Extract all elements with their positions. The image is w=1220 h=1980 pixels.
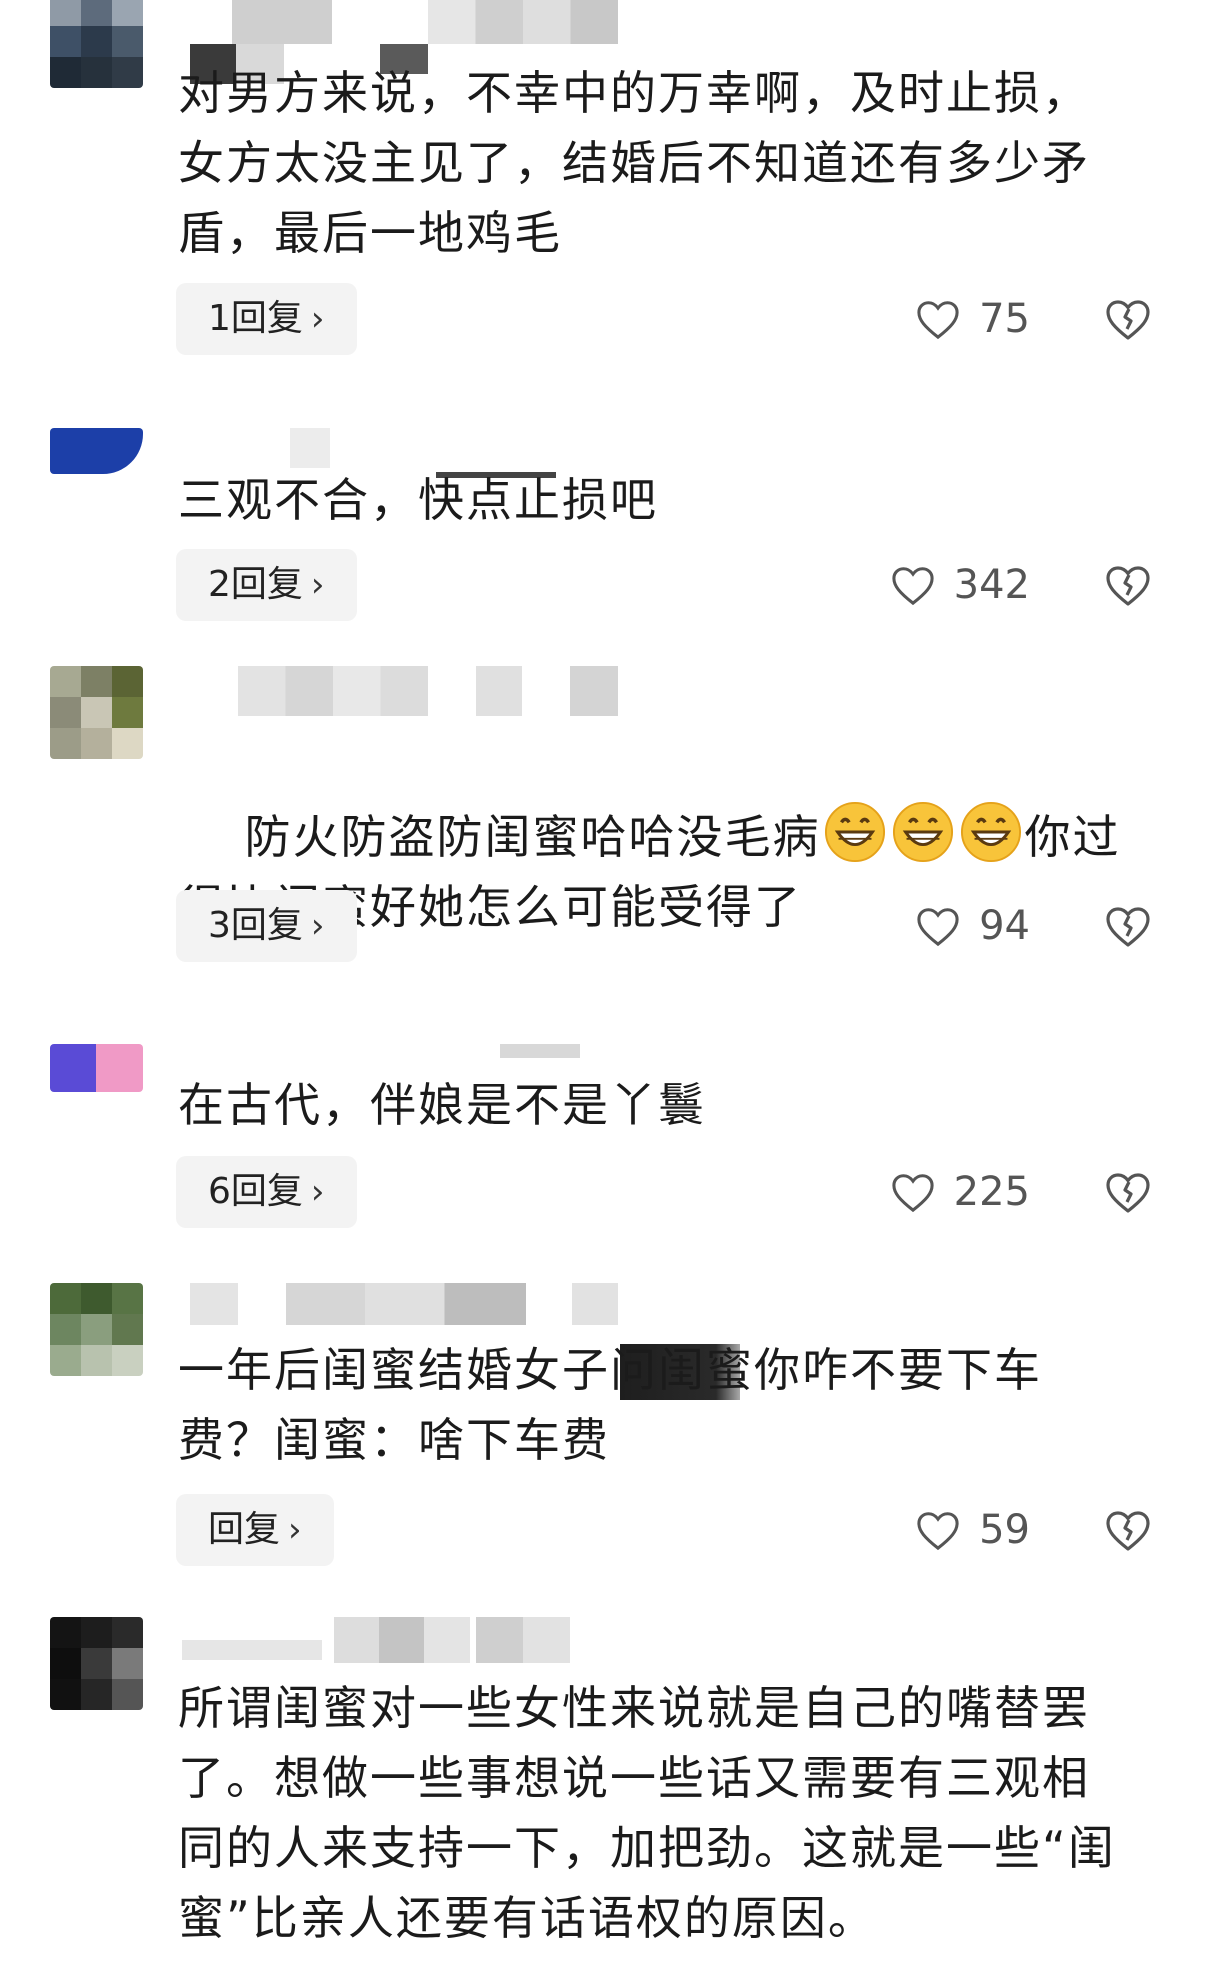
like-count: 94 [979, 903, 1030, 949]
like-button[interactable]: 59 [915, 1494, 1030, 1566]
comment-text: 在古代，伴娘是不是丫鬟 [178, 1078, 706, 1132]
comment-text: 三观不合，快点止损吧 [178, 473, 658, 527]
grinning-face-icon [892, 801, 953, 863]
reply-button[interactable]: 3回复 › [176, 890, 357, 962]
reply-label: 2回复 [208, 564, 303, 605]
like-count: 225 [953, 1169, 1030, 1215]
username-blur [190, 1283, 238, 1325]
username-blur [238, 666, 428, 716]
username-blur [334, 1617, 470, 1663]
comment-text: 对男方来说，不幸中的万幸啊，及时止损，女方太没主见了，结婚后不知道还有多少矛盾，… [178, 66, 1090, 260]
broken-heart-icon[interactable] [1104, 1506, 1152, 1554]
chevron-right-icon: › [310, 906, 325, 946]
reply-button[interactable]: 2回复 › [176, 549, 357, 621]
like-button[interactable]: 225 [890, 1156, 1030, 1228]
avatar[interactable] [50, 0, 143, 88]
avatar[interactable] [50, 666, 143, 759]
heart-outline-icon [917, 908, 959, 947]
username-blur [500, 1044, 580, 1058]
chevron-right-icon: › [288, 1510, 302, 1550]
avatar[interactable] [50, 428, 143, 474]
chevron-right-icon: › [310, 565, 325, 605]
chevron-right-icon: › [310, 1172, 325, 1212]
chevron-right-icon: › [310, 299, 325, 339]
username-blur [570, 666, 618, 716]
username-blur [286, 1283, 526, 1325]
like-button[interactable]: 75 [915, 283, 1030, 355]
broken-heart-icon[interactable] [1104, 1168, 1152, 1216]
username-blur [290, 428, 330, 468]
reply-label: 6回复 [208, 1171, 303, 1212]
username-blur [428, 0, 618, 44]
heart-outline-icon [892, 567, 934, 606]
username-blur [476, 666, 522, 716]
like-count: 59 [979, 1507, 1030, 1553]
reply-label: 3回复 [208, 905, 303, 946]
broken-heart-icon[interactable] [1104, 295, 1152, 343]
comment-text-part: 防火防盗防闺蜜哈哈没毛病 [244, 810, 821, 864]
comment-text: 防火防盗防闺蜜哈哈没毛病 你过得比闺蜜好她怎么可能受得了 [178, 731, 1130, 1012]
heart-outline-icon [892, 1174, 934, 1213]
like-count: 75 [979, 296, 1030, 342]
username-blur [572, 1283, 618, 1325]
reply-label: 回复 [208, 1509, 281, 1550]
comment-text: 一年后闺蜜结婚女子问闺蜜你咋不要下车费？闺蜜：啥下车费 [178, 1343, 1042, 1467]
avatar[interactable] [50, 1283, 143, 1376]
username-blur [182, 1640, 322, 1660]
reply-button[interactable]: 回复 › [176, 1494, 334, 1566]
reply-button[interactable]: 1回复 › [176, 283, 357, 355]
reply-label: 1回复 [208, 298, 303, 339]
avatar[interactable] [50, 1044, 143, 1092]
grinning-face-icon [824, 801, 885, 863]
heart-outline-icon [917, 301, 959, 340]
heart-outline-icon [917, 1512, 959, 1551]
like-button[interactable]: 342 [890, 549, 1030, 621]
broken-heart-icon[interactable] [1104, 561, 1152, 609]
comment-text: 所谓闺蜜对一些女性来说就是自己的嘴替罢了。想做一些事想说一些话又需要有三观相同的… [178, 1681, 1116, 1945]
username-blur [476, 1617, 570, 1663]
like-count: 342 [953, 562, 1030, 608]
grinning-face-icon [960, 801, 1021, 863]
broken-heart-icon[interactable] [1104, 902, 1152, 950]
avatar[interactable] [50, 1617, 143, 1710]
username-blur [232, 0, 332, 44]
like-button[interactable]: 94 [915, 890, 1030, 962]
reply-button[interactable]: 6回复 › [176, 1156, 357, 1228]
